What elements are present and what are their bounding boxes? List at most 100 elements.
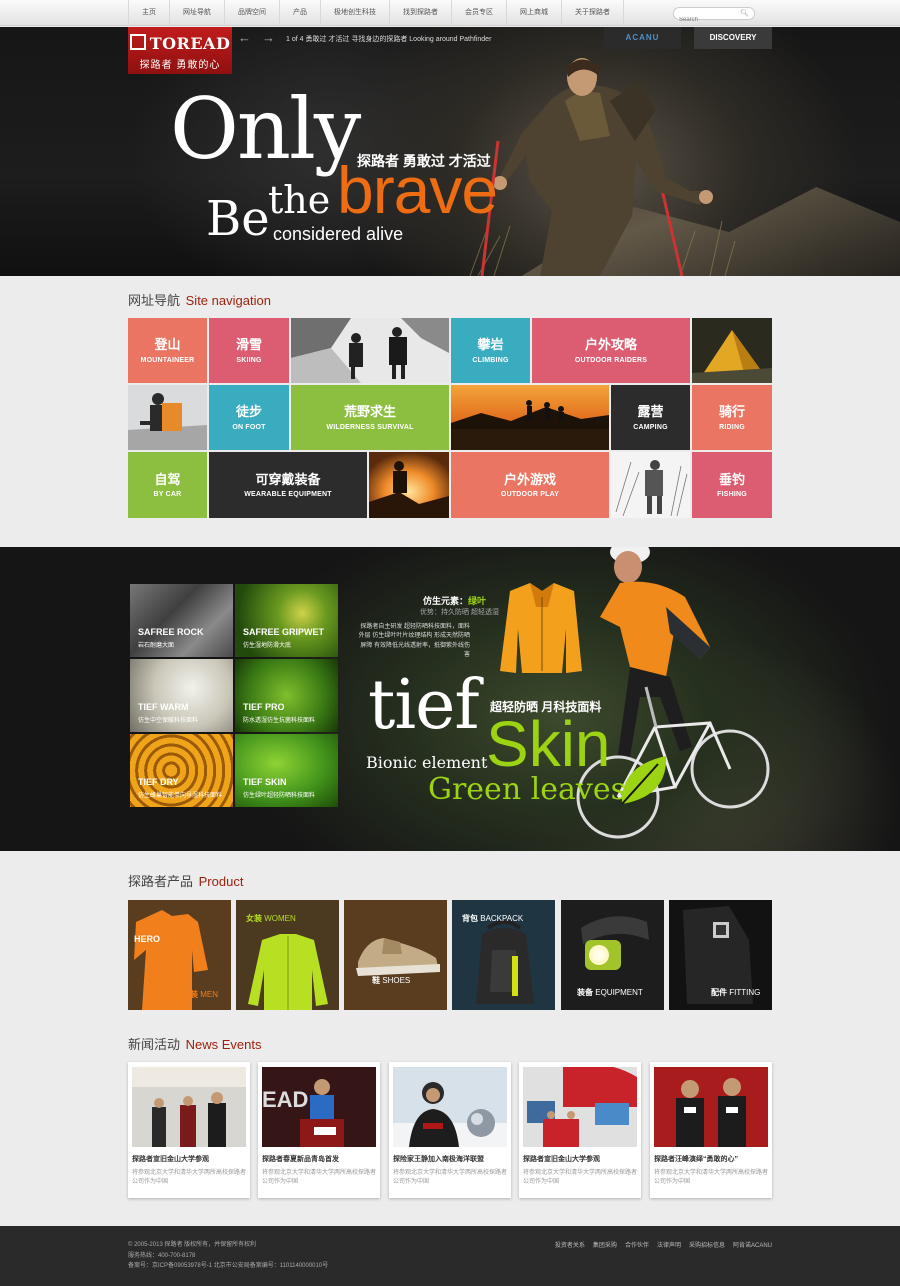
tile-riding[interactable]: 骑行 RIDING	[692, 385, 772, 450]
tile-outdoor-raiders[interactable]: 户外攻略 OUTDOOR RAIDERS	[532, 318, 690, 383]
news-title: 探险家王静加入南极海洋联盟	[393, 1156, 484, 1163]
product-label-cn: 装备	[577, 988, 593, 997]
material-tief-warm[interactable]: TIEF WARM 仿生中空保暖科技面料	[130, 659, 233, 732]
tile-wearable-equipment[interactable]: 可穿戴装备 WEARABLE EQUIPMENT	[209, 452, 367, 518]
sketch-hiker-image	[611, 452, 690, 518]
material-tief-dry[interactable]: TIEF DRY 仿生蜂巢智能单向导湿科技面料	[130, 734, 233, 807]
news-summary: 将参观北京大学和清华大学两所高校探路者公司作为中国	[393, 1170, 508, 1186]
prev-arrow-icon[interactable]: ←	[238, 30, 251, 45]
news-photo-brave-heart	[654, 1067, 768, 1147]
tile-fishing[interactable]: 垂钓 FISHING	[692, 452, 772, 518]
tile-photo-sunset-hikers[interactable]	[451, 385, 609, 450]
news-card[interactable]: 探路者宣旧金山大学参观 将参观北京大学和清华大学两所高校探路者公司作为中国	[519, 1062, 641, 1198]
material-safree-rock[interactable]: SAFREE ROCK 岩石耐磨大面	[130, 584, 233, 657]
news-card[interactable]: 探险家王静加入南极海洋联盟 将参观北京大学和清华大学两所高校探路者公司作为中国	[389, 1062, 511, 1198]
nav-item-members[interactable]: 会员专区	[451, 0, 506, 26]
news-card[interactable]: 探路者宣旧金山大学参观 将参观北京大学和清华大学两所高校探路者公司作为中国	[128, 1062, 250, 1198]
product-men[interactable]: HERO 男装 MEN	[128, 900, 231, 1010]
tile-photo-sketch-hiker[interactable]	[611, 452, 690, 518]
news-card[interactable]: 探路者汪峰演绎“勇敢的心” 将参观北京大学和清华大学两所高校探路者公司作为中国	[650, 1062, 772, 1198]
material-tief-pro[interactable]: TIEF PRO 防水透湿仿生抗菌科技面料	[235, 659, 338, 732]
headline-be: Be	[206, 191, 270, 247]
product-label: 女装 WOMEN	[246, 913, 296, 924]
tile-mountaineer[interactable]: 登山 MOUNTAINEER	[128, 318, 207, 383]
material-safree-gripwet[interactable]: SAFREE GRIPWET 仿生湿地防滑大底	[235, 584, 338, 657]
tile-photo-snow-hikers[interactable]	[291, 318, 449, 383]
tile-by-car[interactable]: 自驾 BY CAR	[128, 452, 207, 518]
product-equipment[interactable]: 装备 EQUIPMENT	[561, 900, 664, 1010]
sunset-hikers-image	[451, 385, 609, 450]
product-fitting[interactable]: 配件 FITTING	[669, 900, 772, 1010]
nav-item-technology[interactable]: 极地创生科技	[320, 0, 389, 26]
tile-camping[interactable]: 露营 CAMPING	[611, 385, 690, 450]
product-women[interactable]: 女装 WOMEN	[236, 900, 339, 1010]
tile-skiing[interactable]: 滑雪 SKIING	[209, 318, 289, 383]
product-label-en: WOMEN	[264, 914, 296, 923]
svg-text:HERO: HERO	[134, 934, 160, 944]
nav-item-about[interactable]: 关于探路者	[561, 0, 624, 26]
tile-label-cn: 登山	[154, 337, 181, 353]
tile-photo-hiker-gear[interactable]	[128, 385, 207, 450]
tile-on-foot[interactable]: 徒步 ON FOOT	[209, 385, 289, 450]
footer-links: 投资者关系 集团采购 合作伙伴 法律声明 采购招标信息 阿肯诺ACANU	[547, 1240, 772, 1249]
nav-item-online-store[interactable]: 网上商城	[506, 0, 561, 26]
tile-label-en: MOUNTAINEER	[140, 356, 195, 364]
tile-label-cn: 户外游戏	[503, 471, 556, 487]
headline-the: the	[268, 178, 331, 222]
footer-link-investors[interactable]: 投资者关系	[555, 1240, 585, 1249]
tile-label-cn: 滑雪	[235, 337, 262, 353]
nav-item-find-toread[interactable]: 找到探路者	[389, 0, 451, 26]
toread-logo[interactable]: TOREAD 探路者 勇敢的心	[128, 27, 232, 74]
product-label-en: BACKPACK	[480, 914, 524, 923]
product-backpack[interactable]: 背包 BACKPACK	[452, 900, 555, 1010]
tile-label-en: CAMPING	[633, 423, 668, 431]
tile-photo-sunrise-climber[interactable]	[369, 452, 449, 518]
nav-item-products[interactable]: 产品	[279, 0, 320, 26]
tile-wilderness-survival[interactable]: 荒野求生 WILDERNESS SURVIVAL	[291, 385, 449, 450]
footer-link-group-purchase[interactable]: 集团采购	[593, 1240, 617, 1249]
news-card[interactable]: EAD 探路者春夏新品青岛首发 将参观北京大学和清华大学两所高校探路者公司作为中…	[258, 1062, 380, 1198]
tile-label-en: OUTDOOR RAIDERS	[574, 356, 648, 364]
top-navigation: 主页 网址导航 品牌空间 产品 极地创生科技 找到探路者 会员专区 网上商城 关…	[0, 0, 900, 26]
search-icon[interactable]: 🔍︎	[740, 9, 749, 17]
tile-label-en: FISHING	[717, 491, 747, 499]
footer-link-acanu[interactable]: 阿肯诺ACANU	[733, 1240, 772, 1249]
material-desc: 仿生湿地防滑大底	[243, 643, 292, 649]
logo-slogan: 探路者 勇敢的心	[139, 60, 221, 71]
product-shoes-image	[344, 900, 447, 1010]
material-name: SAFREE GRIPWET	[243, 627, 325, 637]
nav-item-site-navigation[interactable]: 网址导航	[169, 0, 224, 26]
news-title: 探路者宣旧金山大学参观	[523, 1156, 600, 1163]
footer-link-legal[interactable]: 法律声明	[657, 1240, 681, 1249]
nav-item-home[interactable]: 主页	[128, 0, 169, 26]
snow-hikers-image	[291, 318, 449, 383]
footer-link-partners[interactable]: 合作伙伴	[625, 1240, 649, 1249]
product-label: 背包 BACKPACK	[462, 913, 523, 924]
tile-label-cn: 可穿戴装备	[255, 471, 321, 487]
search-input[interactable]	[674, 14, 738, 26]
tile-label-cn: 攀岩	[477, 337, 504, 353]
material-name: TIEF WARM	[138, 702, 189, 712]
product-shoes[interactable]: 鞋 SHOES	[344, 900, 447, 1010]
tile-label-cn: 户外攻略	[584, 337, 637, 353]
tile-label-en: ON FOOT	[232, 423, 266, 431]
tile-photo-tent[interactable]	[692, 318, 772, 383]
tile-outdoor-play[interactable]: 户外游戏 OUTDOOR PLAY	[451, 452, 609, 518]
tent-image	[692, 318, 772, 383]
footer: © 2005-2013 探路者 版权所有，并保留所有权利 服务热线：400-70…	[0, 1226, 900, 1286]
tile-label-cn: 露营	[637, 404, 664, 420]
product-label-en: EQUIPMENT	[595, 988, 643, 997]
product-label-en: FITTING	[729, 988, 761, 997]
news-title-cn: 新闻活动	[128, 1037, 181, 1052]
tile-label-en: SKIING	[236, 356, 262, 364]
product-title-en: Product	[198, 874, 244, 889]
tile-climbing[interactable]: 攀岩 CLIMBING	[451, 318, 530, 383]
news-title: 探路者宣旧金山大学参观	[132, 1156, 209, 1163]
headline-considered-alive: considered alive	[273, 224, 404, 244]
nav-item-brand-space[interactable]: 品牌空间	[224, 0, 279, 26]
next-arrow-icon[interactable]: →	[262, 30, 275, 45]
material-tief-skin[interactable]: TIEF SKIN 仿生绿叶超轻防晒科技面料	[235, 734, 338, 807]
footer-link-tender[interactable]: 采购招标信息	[689, 1240, 725, 1249]
sunrise-climber-image	[369, 452, 449, 518]
tile-label-cn: 垂钓	[718, 471, 745, 487]
